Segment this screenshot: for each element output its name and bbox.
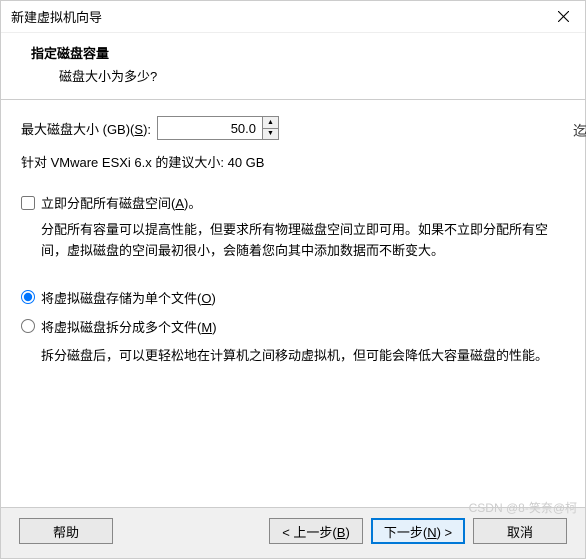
store-split-radio[interactable] — [21, 319, 35, 333]
wizard-content: 最大磁盘大小 (GB)(S): ▲ ▼ 针对 VMware ESXi 6.x 的… — [1, 100, 585, 507]
cancel-button[interactable]: 取消 — [473, 518, 567, 544]
allocate-now-checkbox[interactable] — [21, 196, 35, 210]
store-split-row: 将虚拟磁盘拆分成多个文件(M) — [21, 317, 565, 336]
wizard-header: 指定磁盘容量 磁盘大小为多少? — [1, 33, 585, 99]
store-split-label[interactable]: 将虚拟磁盘拆分成多个文件(M) — [41, 317, 217, 336]
wizard-footer: 帮助 < 上一步(B) 下一步(N) > 取消 — [1, 507, 585, 558]
store-single-radio[interactable] — [21, 290, 35, 304]
allocate-now-label[interactable]: 立即分配所有磁盘空间(A)。 — [41, 193, 201, 212]
close-icon — [558, 11, 569, 22]
spinner-buttons: ▲ ▼ — [262, 117, 278, 139]
spinner-up-button[interactable]: ▲ — [263, 117, 278, 129]
max-disk-size-row: 最大磁盘大小 (GB)(S): ▲ ▼ — [21, 116, 565, 140]
allocate-now-description: 分配所有容量可以提高性能，但要求所有物理磁盘空间立即可用。如果不立即分配所有空间… — [41, 220, 565, 262]
page-subtitle: 磁盘大小为多少? — [59, 66, 565, 85]
store-single-label[interactable]: 将虚拟磁盘存储为单个文件(O) — [41, 288, 216, 307]
next-button[interactable]: 下一步(N) > — [371, 518, 465, 544]
side-char: 迄 — [573, 121, 586, 141]
disk-size-input[interactable] — [158, 117, 262, 139]
window-title: 新建虚拟机向导 — [11, 7, 102, 26]
max-disk-size-label: 最大磁盘大小 (GB)(S): — [21, 119, 151, 138]
new-vm-wizard-dialog: 新建虚拟机向导 指定磁盘容量 磁盘大小为多少? 最大磁盘大小 (GB)(S): … — [0, 0, 586, 559]
disk-size-spinner: ▲ ▼ — [157, 116, 279, 140]
store-split-description: 拆分磁盘后，可以更轻松地在计算机之间移动虚拟机，但可能会降低大容量磁盘的性能。 — [41, 346, 565, 367]
allocate-now-row: 立即分配所有磁盘空间(A)。 — [21, 193, 565, 212]
back-button[interactable]: < 上一步(B) — [269, 518, 363, 544]
help-button[interactable]: 帮助 — [19, 518, 113, 544]
titlebar: 新建虚拟机向导 — [1, 1, 585, 33]
spinner-down-button[interactable]: ▼ — [263, 129, 278, 140]
page-title: 指定磁盘容量 — [31, 43, 565, 62]
store-single-row: 将虚拟磁盘存储为单个文件(O) — [21, 288, 565, 307]
recommended-size-text: 针对 VMware ESXi 6.x 的建议大小: 40 GB — [21, 152, 565, 171]
close-button[interactable] — [541, 1, 585, 33]
